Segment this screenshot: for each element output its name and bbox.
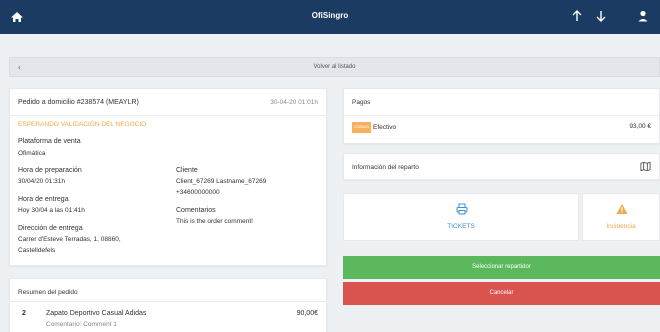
user-icon[interactable] (636, 8, 650, 24)
order-summary-card: Resumen del pedido 2 Zapato Deportivo Ca… (9, 278, 327, 332)
tickets-button[interactable]: TICKETS (343, 193, 579, 241)
payment-amount: 93,00 € (629, 123, 651, 130)
client-label: Cliente (176, 167, 198, 174)
order-date: 30-04-20 01:01h (270, 99, 318, 106)
client-phone: +34600000000 (176, 189, 220, 196)
item-name: Zapato Deportivo Casual Adidas (46, 310, 147, 317)
top-bar: OfiSingro (0, 0, 660, 34)
delivery-info-label: Información del reparto (352, 164, 419, 171)
item-price: 90,00€ (296, 310, 318, 317)
back-to-list-label: Volver al listado (313, 64, 356, 70)
tickets-label: TICKETS (447, 223, 475, 230)
delivery-time-label: Hora de entrega (18, 196, 69, 203)
prep-time-label: Hora de preparación (18, 167, 82, 174)
item-comment: Comentario: Comment 1 (46, 321, 117, 328)
app-title: OfiSingro (311, 11, 349, 20)
map-icon[interactable] (640, 161, 651, 172)
order-title: Pedido a domicilio #238574 (MEAYLR) (18, 99, 139, 106)
divider (10, 115, 326, 116)
warning-icon (616, 204, 628, 214)
payments-card: Pagos COBRAR Efectivo 93,00 € (343, 88, 660, 144)
payment-method: Efectivo (372, 124, 397, 132)
client-name: Client_67269 Lastname_67269 (176, 178, 267, 185)
address-line-1: Carrer d'Esteve Terradas, 1, 08860, (18, 236, 121, 243)
order-status: ESPERANDO VALIDACIÓN DEL NEGOCIO (18, 121, 147, 128)
incident-label: Incidencia (606, 223, 636, 230)
comments-value: This is the order comment! (176, 218, 253, 225)
prep-time-value: 30/04/20 01:31h (18, 178, 65, 185)
payment-badge: COBRAR (352, 122, 371, 133)
comments-label: Comentarios (176, 207, 216, 214)
select-driver-button[interactable]: Seleccionar repartidor (343, 256, 660, 279)
delivery-info-card[interactable]: Información del reparto (343, 153, 660, 180)
platform-value: Ofimática (18, 150, 46, 157)
payments-title: Pagos (352, 99, 371, 106)
divider (10, 301, 326, 302)
summary-title: Resumen del pedido (18, 289, 78, 296)
arrow-down-icon[interactable] (594, 8, 608, 24)
back-to-list-bar[interactable]: ‹ Volver al listado (9, 57, 660, 77)
delivery-time-value: Hoy 30/04 a las 01:41h (18, 207, 85, 214)
payment-row: COBRAR Efectivo (352, 122, 396, 133)
incident-button[interactable]: Incidencia (582, 193, 660, 241)
printer-icon (456, 203, 468, 215)
address-line-2: Castelldefels (18, 247, 56, 254)
arrow-up-icon[interactable] (570, 8, 584, 24)
address-label: Dirección de entrega (18, 225, 83, 232)
divider (344, 115, 659, 116)
cancel-button[interactable]: Cancelar (343, 282, 660, 305)
order-details-card: Pedido a domicilio #238574 (MEAYLR) 30-0… (9, 88, 327, 266)
item-qty: 2 (22, 310, 26, 317)
platform-label: Plataforma de venta (18, 138, 81, 145)
